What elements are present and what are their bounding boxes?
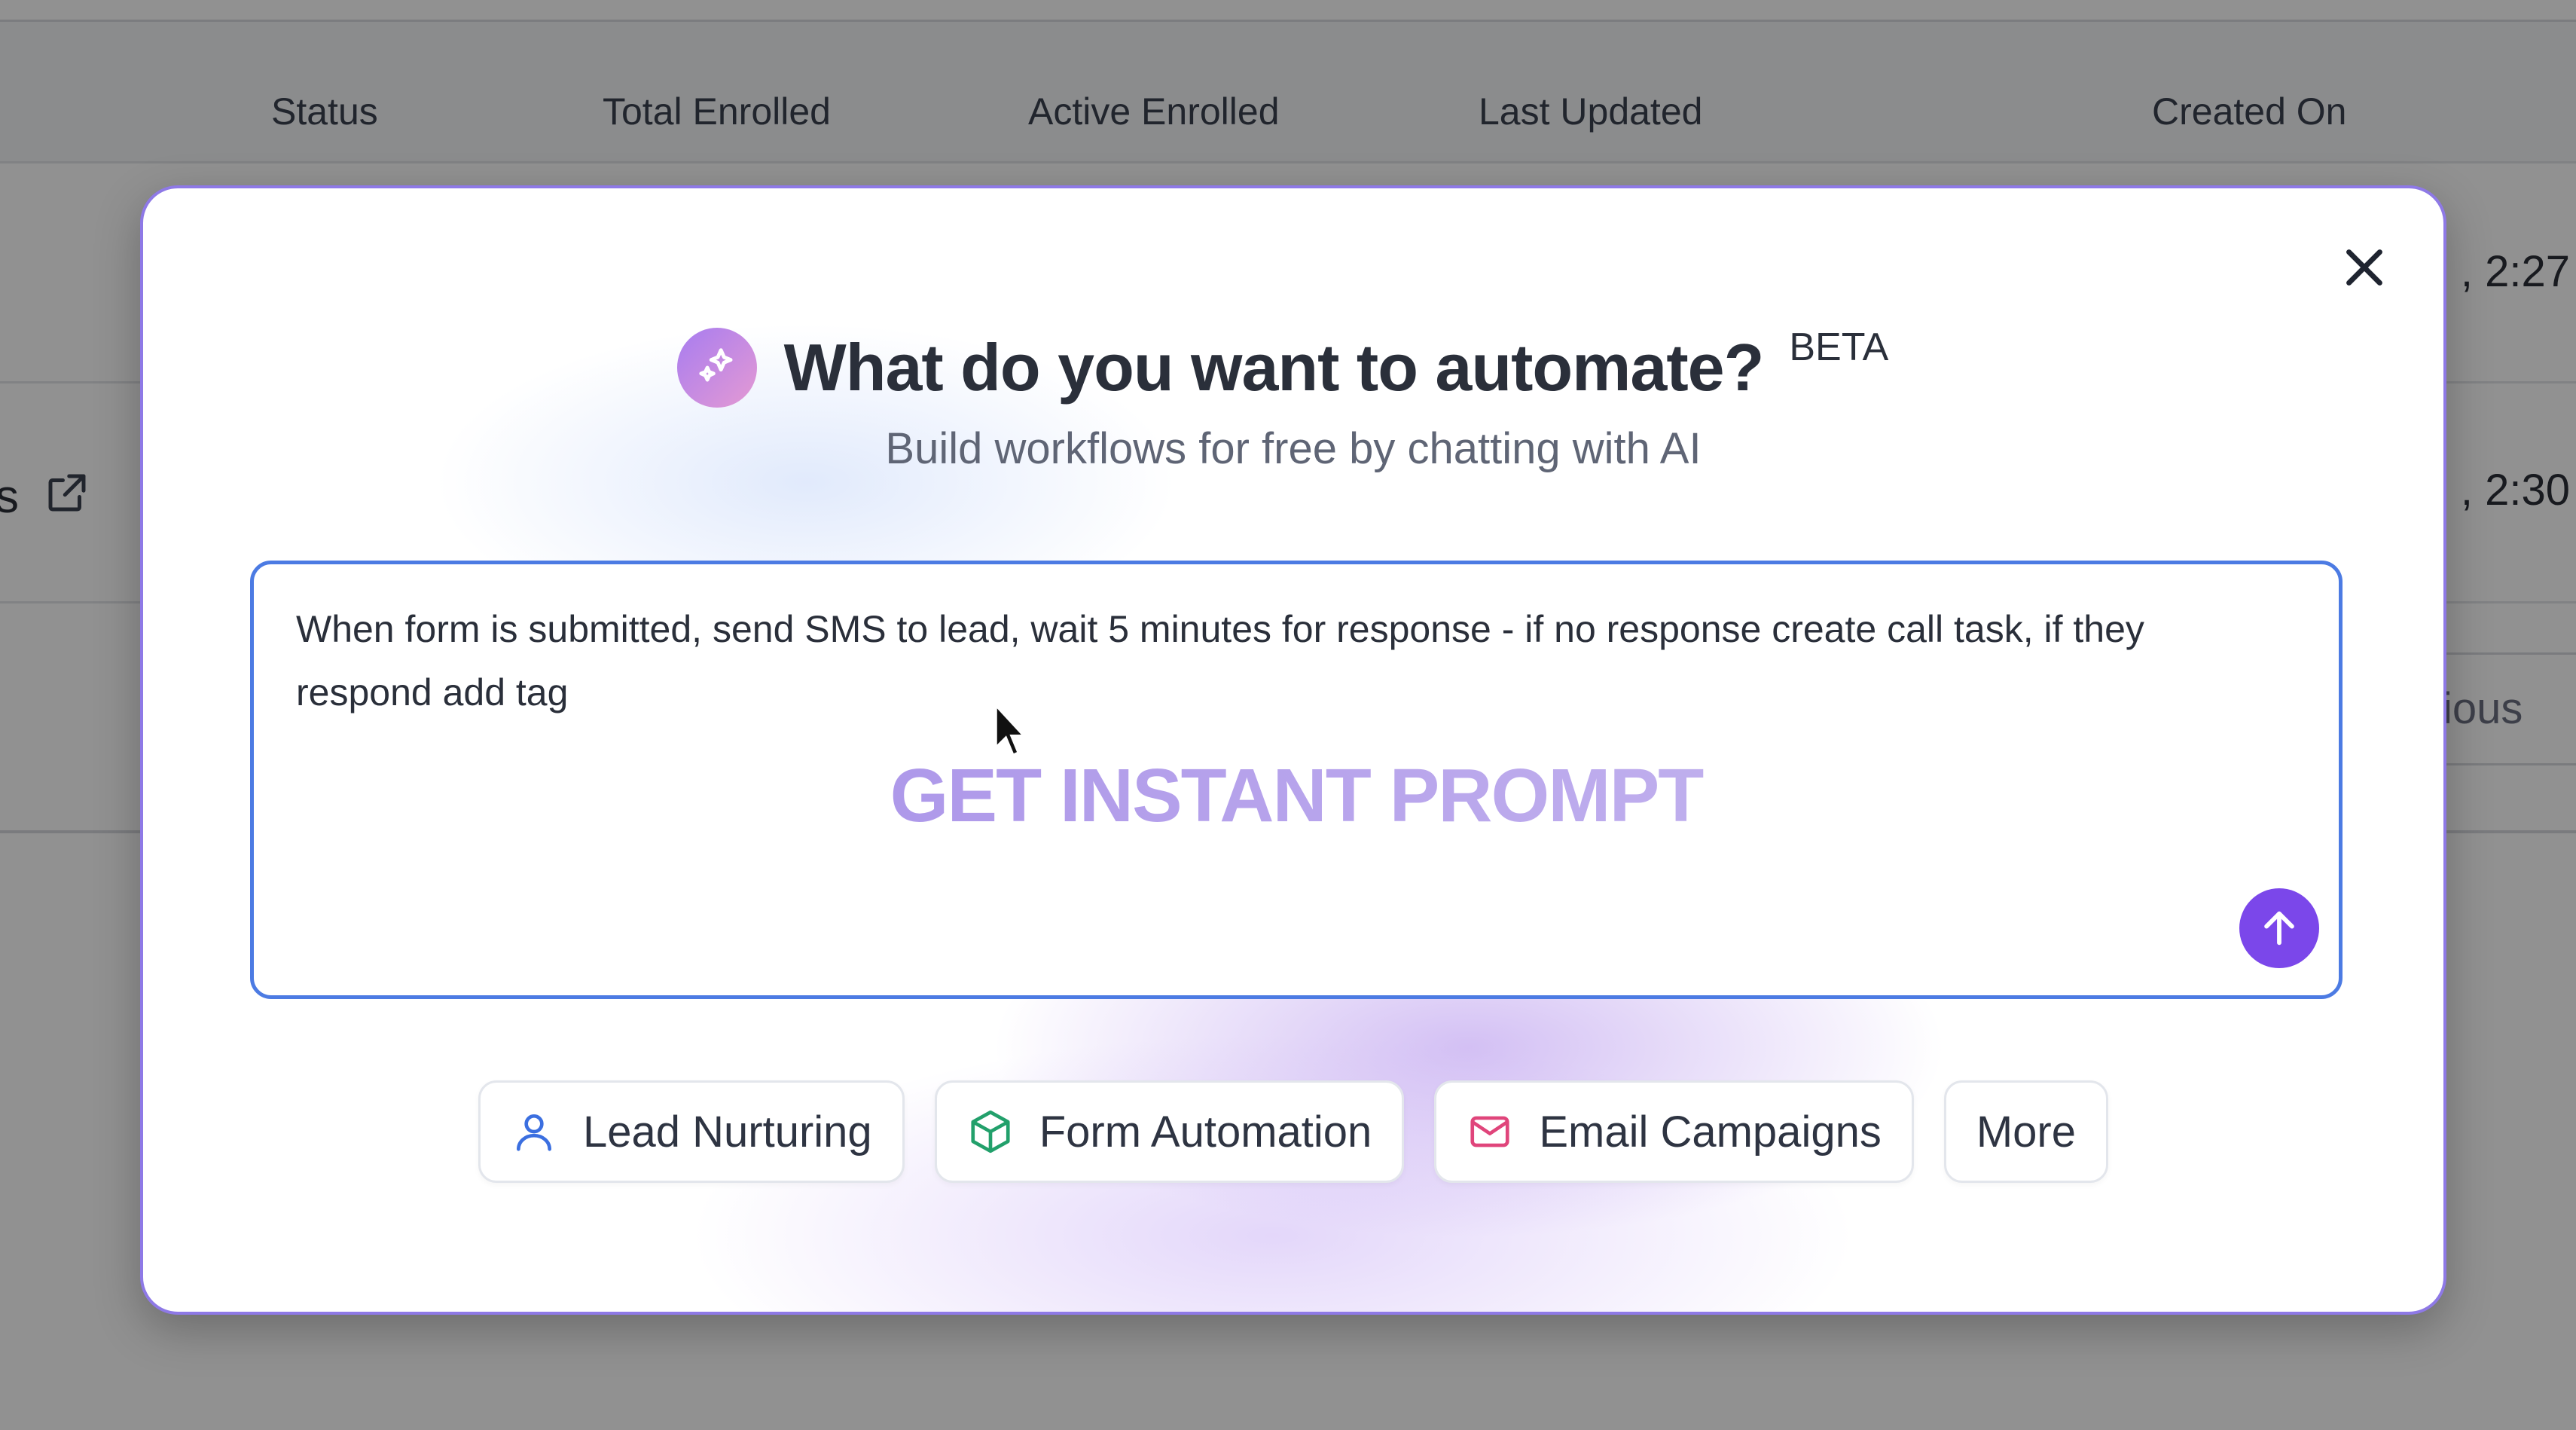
modal-subtitle: Build workflows for free by chatting wit… — [885, 424, 1702, 473]
ai-workflow-builder-modal: What do you want to automate? BETA Build… — [140, 185, 2446, 1315]
mouse-cursor-icon — [993, 701, 1027, 758]
sparkle-icon — [676, 328, 757, 408]
arrow-up-icon — [2264, 911, 2294, 946]
chip-label: Lead Nurturing — [583, 1107, 872, 1157]
chip-form-automation[interactable]: Form Automation — [934, 1080, 1405, 1183]
modal-header: What do you want to automate? BETA — [143, 315, 2443, 420]
close-icon[interactable] — [2338, 241, 2391, 294]
chip-label: Form Automation — [1039, 1107, 1372, 1157]
prompt-textarea[interactable]: When form is submitted, send SMS to lead… — [250, 561, 2343, 999]
prompt-text[interactable]: When form is submitted, send SMS to lead… — [296, 597, 2269, 724]
beta-badge: BETA — [1789, 325, 1889, 369]
chip-label: Email Campaigns — [1539, 1107, 1882, 1157]
chip-lead-nurturing[interactable]: Lead Nurturing — [478, 1080, 905, 1183]
chip-email-campaigns[interactable]: Email Campaigns — [1434, 1080, 1914, 1183]
modal-title: What do you want to automate? — [783, 330, 1765, 405]
cube-icon — [971, 1110, 1010, 1153]
user-icon — [517, 1114, 551, 1151]
chip-label: More — [1976, 1107, 2076, 1157]
instant-prompt-overlay: GET INSTANT PROMPT — [254, 753, 2339, 839]
chip-more[interactable]: More — [1943, 1080, 2108, 1183]
suggestion-chips: Lead Nurturing Form Automation Email Cam… — [143, 1080, 2443, 1183]
mail-icon — [1470, 1116, 1509, 1147]
send-button[interactable] — [2239, 888, 2319, 968]
